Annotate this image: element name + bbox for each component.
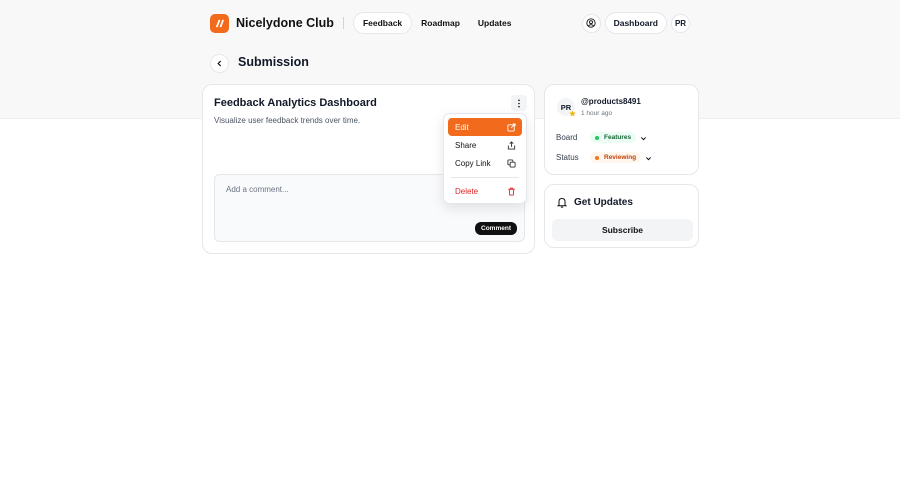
menu-item-label: Copy Link [455,158,491,168]
back-button[interactable] [210,54,229,73]
status-label: Status [556,153,579,162]
copy-icon [507,159,516,168]
author-username[interactable]: @products8491 [581,97,641,106]
more-vertical-icon [518,99,520,107]
menu-item-label: Share [455,140,477,150]
post-meta-card: PR @products8491 1 hour ago Board Featur… [544,84,699,175]
status-value: Reviewing [604,154,637,161]
dashboard-button[interactable]: Dashboard [604,12,667,34]
status-dot-icon [595,155,599,160]
user-circle-icon[interactable] [581,13,601,33]
status-badge[interactable]: Reviewing [590,152,642,163]
share-icon [507,141,516,150]
chevron-down-icon[interactable] [645,155,652,162]
comment-button[interactable]: Comment [475,222,517,235]
brand-logo-icon[interactable] [210,13,229,33]
post-title: Feedback Analytics Dashboard [214,97,377,109]
menu-item-label: Edit [455,122,469,132]
board-badge[interactable]: Features [590,132,637,143]
brand-name[interactable]: Nicelydone Club [236,16,334,30]
bell-icon [557,197,567,208]
star-icon [569,110,576,117]
nav-updates[interactable]: Updates [469,13,521,33]
post-description: Visualize user feedback trends over time… [214,116,361,125]
nav-roadmap[interactable]: Roadmap [412,13,469,33]
subscribe-button[interactable]: Subscribe [552,219,693,241]
user-avatar[interactable]: PR [671,13,690,33]
chevron-down-icon[interactable] [640,135,647,142]
board-value: Features [604,134,632,141]
status-dot-icon [595,135,599,140]
top-navbar: Nicelydone Club Feedback Roadmap Updates… [210,12,690,34]
board-label: Board [556,133,578,142]
chevron-left-icon [217,60,221,67]
external-edit-icon [507,123,516,132]
updates-card: Get Updates Subscribe [544,184,699,248]
menu-item-copy-link[interactable]: Copy Link [448,154,522,172]
trash-icon [508,187,515,196]
menu-item-label: Delete [455,186,479,196]
menu-divider [451,177,519,178]
nav-divider [342,17,344,29]
comment-placeholder: Add a comment... [226,185,289,194]
post-timestamp: 1 hour ago [581,110,613,117]
menu-item-delete[interactable]: Delete [448,182,522,200]
more-options-button[interactable] [511,95,527,111]
nav-feedback[interactable]: Feedback [352,12,413,34]
updates-title: Get Updates [574,197,633,208]
options-menu: Edit Share Copy Link Delete [443,113,527,204]
page-title: Submission [238,55,309,69]
menu-item-share[interactable]: Share [448,136,522,154]
menu-item-edit[interactable]: Edit [448,118,522,136]
